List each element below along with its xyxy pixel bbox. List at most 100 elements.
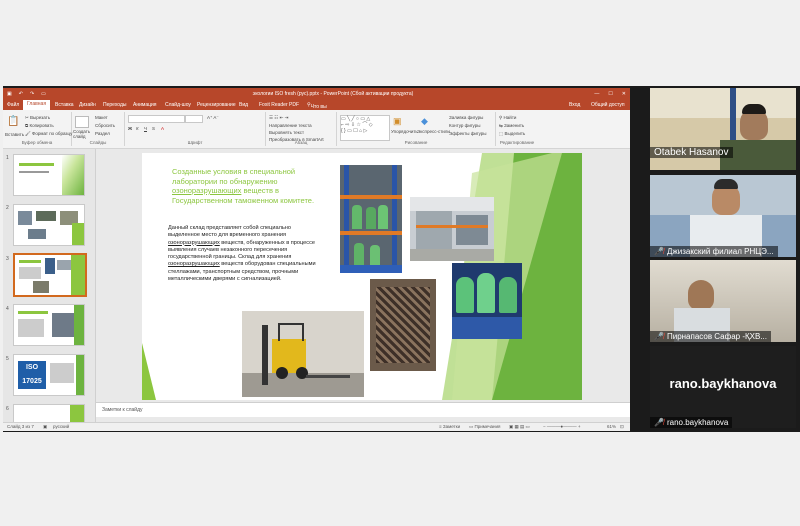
tab-slideshow[interactable]: Слайд-шоу <box>165 102 191 108</box>
font-size-select[interactable] <box>185 115 203 123</box>
language-label[interactable]: русский <box>53 424 69 429</box>
participant-tile-1[interactable]: Otabek Hasanov <box>650 88 796 170</box>
close-icon[interactable]: ✕ <box>622 91 626 97</box>
shadow-icon[interactable]: S <box>152 126 155 131</box>
shape-fill-button[interactable]: Заливка фигуры <box>449 115 483 120</box>
select-button[interactable]: ⬚ Выделить <box>499 131 525 137</box>
paste-icon[interactable]: 📋 <box>7 116 19 127</box>
green-cylinders-photo <box>452 263 522 339</box>
reset-button[interactable]: Сбросить <box>95 123 115 128</box>
redo-icon[interactable]: ↷ <box>30 91 34 97</box>
format-label: Формат по образцу <box>31 131 73 136</box>
shelf-cylinders-photo <box>340 165 402 273</box>
quick-styles-icon[interactable]: ◆ <box>421 116 428 127</box>
photo-detail <box>416 225 488 228</box>
thumb-decor <box>62 155 84 195</box>
replace-button[interactable]: ⇆ Заменить <box>499 123 524 129</box>
tab-foxit[interactable]: Foxit Reader PDF <box>259 102 299 108</box>
shape-outline-button[interactable]: Контур фигуры <box>449 123 480 128</box>
copy-button[interactable]: ⧉ Копировать <box>25 123 54 128</box>
tab-insert[interactable]: Вставка <box>55 102 74 108</box>
participant-name-3: Пирнапасов Сафар -ҚХВ... <box>666 332 767 341</box>
tab-file[interactable]: Файл <box>7 102 19 108</box>
new-slide-button[interactable]: Создать слайд <box>73 129 93 139</box>
shapes-gallery[interactable]: ▭ ╲ ╱ ○ ▭ △ ⌐ ⇨ ⇩ ☆ ⌒ ◇{ } ▭ ☐ ⌂ ▷ <box>340 115 390 141</box>
participant-tile-4[interactable]: rano.baykhanova 🎤̸ rano.baykhanova <box>650 346 796 428</box>
body-part: Данный склад представляет собой специаль… <box>168 225 291 239</box>
photo-detail <box>477 273 495 313</box>
spellcheck-icon[interactable]: ▣ <box>43 424 47 430</box>
notes-label: Заметки <box>442 424 461 429</box>
thumb-number-5: 5 <box>6 356 9 362</box>
photo-detail <box>352 205 362 229</box>
thumb-photo <box>57 260 71 270</box>
font-color-icon[interactable]: A <box>161 126 164 131</box>
layout-button[interactable]: Макет <box>95 115 108 120</box>
notes-toggle[interactable]: ≡ Заметки <box>439 424 460 429</box>
italic-icon[interactable]: К <box>136 126 139 131</box>
thumb-text-line <box>19 163 54 166</box>
tab-design[interactable]: Дизайн <box>79 102 96 108</box>
photo-detail <box>499 277 517 313</box>
muted-mic-icon: 🎤̸ <box>654 332 664 341</box>
section-button[interactable]: Раздел <box>95 131 110 136</box>
participant-tile-2[interactable]: 🎤̸ Джизакский филиал РНЦЭ... <box>650 175 796 257</box>
thumb-photo <box>18 211 32 225</box>
slide-thumbnail-3[interactable] <box>13 253 87 297</box>
slide-thumbnail-pane: 1 2 3 4 5 ISO 17025 6 <box>3 149 96 426</box>
slide-counter: Слайд 3 из 7 <box>7 424 34 429</box>
undo-icon[interactable]: ↶ <box>19 91 23 97</box>
present-icon[interactable]: ▭ <box>41 91 46 97</box>
minimize-icon[interactable]: — <box>594 91 599 97</box>
cut-button[interactable]: ✂ Вырезать <box>25 115 50 121</box>
text-direction-button[interactable]: Направление текста <box>269 123 312 128</box>
bold-icon[interactable]: Ж <box>128 126 132 131</box>
tab-animations[interactable]: Анимация <box>133 102 156 108</box>
zoom-level[interactable]: 61% <box>607 424 616 429</box>
arrange-button[interactable]: Упорядочить <box>391 129 418 134</box>
fit-slide-icon[interactable]: ⊡ <box>620 424 624 430</box>
status-bar: Слайд 3 из 7 ▣ русский ≡ Заметки ▭ Приме… <box>3 422 630 431</box>
arrange-icon[interactable]: ▣ <box>393 116 402 127</box>
photo-detail <box>416 211 452 249</box>
underline-icon[interactable]: Ч <box>144 126 147 131</box>
comments-toggle[interactable]: ▭ Примечания <box>469 424 501 430</box>
font-family-select[interactable] <box>128 115 185 123</box>
sign-in-link[interactable]: Вход <box>569 102 580 108</box>
notes-pane[interactable]: Заметки к слайду <box>96 402 630 417</box>
view-buttons[interactable]: ▣ ▦ ▤ ▭ <box>509 424 530 430</box>
participant-hair <box>742 104 766 114</box>
new-slide-icon[interactable] <box>75 116 89 128</box>
slide-editor: Созданные условия в специальной лаборато… <box>96 149 630 422</box>
maximize-icon[interactable]: ☐ <box>608 91 612 97</box>
list-icons[interactable]: ☰ ☷ ⇤ ⇥ <box>269 115 288 121</box>
grow-font-icon[interactable]: A⁺ A⁻ <box>207 115 219 121</box>
thumb-decor <box>76 355 84 395</box>
tab-view[interactable]: Вид <box>239 102 248 108</box>
shape-effects-button[interactable]: Эффекты фигуры <box>449 131 487 136</box>
title-underlined: озоноразрушающих <box>172 186 242 195</box>
thumb-decor <box>74 305 84 345</box>
clipboard-label: Буфер обмена <box>21 140 53 145</box>
tab-transitions[interactable]: Переходы <box>103 102 126 108</box>
comments-label: Примечания <box>474 424 501 429</box>
quick-styles-button[interactable]: Экспресс-стили <box>417 129 450 134</box>
format-painter-button[interactable]: 🖌 Формат по образцу <box>25 131 72 137</box>
participant-label-4: 🎤̸ rano.baykhanova <box>650 417 733 428</box>
slide-thumbnail-1[interactable] <box>13 154 85 196</box>
align-text-button[interactable]: Выровнять текст <box>269 130 304 135</box>
save-icon[interactable]: ▣ <box>7 91 12 97</box>
photo-detail <box>456 277 474 313</box>
tab-review[interactable]: Рецензирование <box>197 102 236 108</box>
share-button[interactable]: Общий доступ <box>591 102 625 108</box>
slide-thumbnail-4[interactable] <box>13 304 85 346</box>
current-slide[interactable]: Созданные условия в специальной лаборато… <box>142 153 582 400</box>
thumb-number-3: 3 <box>6 256 9 262</box>
find-button[interactable]: ⚲ Найти <box>499 115 516 121</box>
tell-me-search[interactable]: ⚲ Что вы хотите сделать? <box>307 102 332 122</box>
slide-thumbnail-5[interactable]: ISO 17025 <box>13 354 85 396</box>
paste-button[interactable]: Вставить <box>5 132 24 137</box>
zoom-slider[interactable]: − ———●——— + <box>543 424 580 429</box>
participant-tile-3[interactable]: 🎤̸ Пирнапасов Сафар -ҚХВ... <box>650 260 796 342</box>
slide-thumbnail-2[interactable] <box>13 204 85 246</box>
